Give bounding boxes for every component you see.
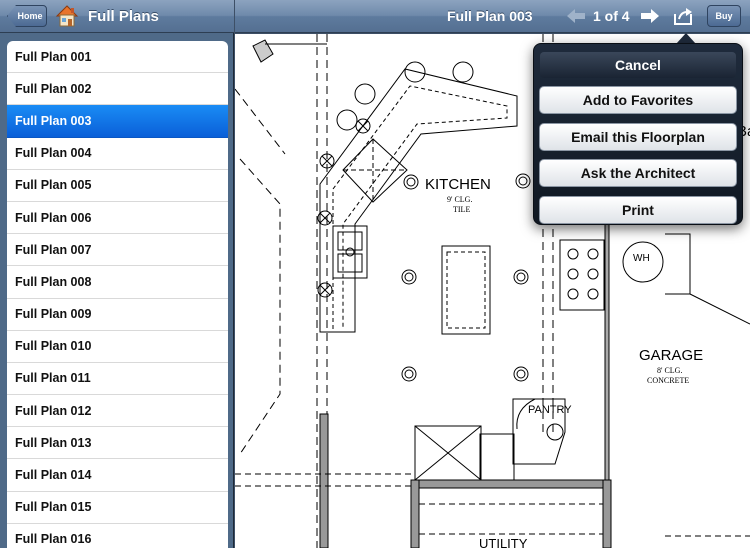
plan-title: Full Plan 003 xyxy=(447,8,533,24)
share-popover: Cancel Add to Favorites Email this Floor… xyxy=(533,43,743,225)
pantry-label: PANTRY xyxy=(528,404,572,416)
share-icon[interactable] xyxy=(673,6,693,26)
kitchen-ceiling-label: 9' CLG. xyxy=(447,195,473,204)
list-item[interactable]: Full Plan 007 xyxy=(7,234,228,267)
list-item[interactable]: Full Plan 005 xyxy=(7,170,228,202)
list-item[interactable]: Full Plan 010 xyxy=(7,331,228,363)
ask-architect-button[interactable]: Ask the Architect xyxy=(539,159,737,187)
list-item[interactable]: Full Plan 013 xyxy=(7,427,228,460)
list-item[interactable]: Full Plan 008 xyxy=(7,266,228,299)
left-arrow-icon[interactable] xyxy=(567,8,585,24)
house-icon xyxy=(55,5,79,27)
cancel-button[interactable]: Cancel xyxy=(540,52,736,78)
add-to-favorites-button[interactable]: Add to Favorites xyxy=(539,86,737,114)
list-item[interactable]: Full Plan 014 xyxy=(7,459,228,492)
kitchen-label: KITCHEN xyxy=(425,176,491,193)
right-arrow-icon[interactable] xyxy=(641,8,659,24)
garage-label: GARAGE xyxy=(639,347,704,364)
list-item[interactable]: Full Plan 012 xyxy=(7,395,228,428)
list-item[interactable]: Full Plan 003 xyxy=(7,105,228,138)
water-heater-label: WH xyxy=(633,253,650,264)
sidebar-title: Full Plans xyxy=(88,8,159,25)
garage-ceiling-label: 8' CLG. xyxy=(657,366,683,375)
kitchen-floor-label: TILE xyxy=(453,205,471,214)
list-item[interactable]: Full Plan 016 xyxy=(7,524,228,548)
plan-list: Full Plan 001 Full Plan 002 Full Plan 003 F… xyxy=(7,41,228,548)
list-item[interactable]: Full Plan 004 xyxy=(7,138,228,170)
list-item[interactable]: Full Plan 009 xyxy=(7,299,228,331)
page-indicator: 1 of 4 xyxy=(593,8,630,24)
list-item[interactable]: Full Plan 001 xyxy=(7,41,228,74)
buy-button[interactable]: Buy xyxy=(707,5,741,27)
list-item[interactable]: Full Plan 011 xyxy=(7,363,228,396)
list-item[interactable]: Full Plan 002 xyxy=(7,73,228,106)
list-item[interactable]: Full Plan 006 xyxy=(7,202,228,235)
detail-navbar: Full Plan 003 1 of 4 Buy xyxy=(235,0,750,33)
list-item[interactable]: Full Plan 015 xyxy=(7,492,228,524)
sidebar: Home Full Plans Full Plan 001 Full Plan 0… xyxy=(0,0,234,548)
print-button[interactable]: Print xyxy=(539,196,737,224)
home-button[interactable]: Home xyxy=(7,5,47,27)
email-floorplan-button[interactable]: Email this Floorplan xyxy=(539,123,737,151)
sidebar-navbar: Home Full Plans xyxy=(0,0,234,33)
garage-floor-label: CONCRETE xyxy=(647,376,690,385)
utility-label: UTILITY xyxy=(479,536,528,548)
